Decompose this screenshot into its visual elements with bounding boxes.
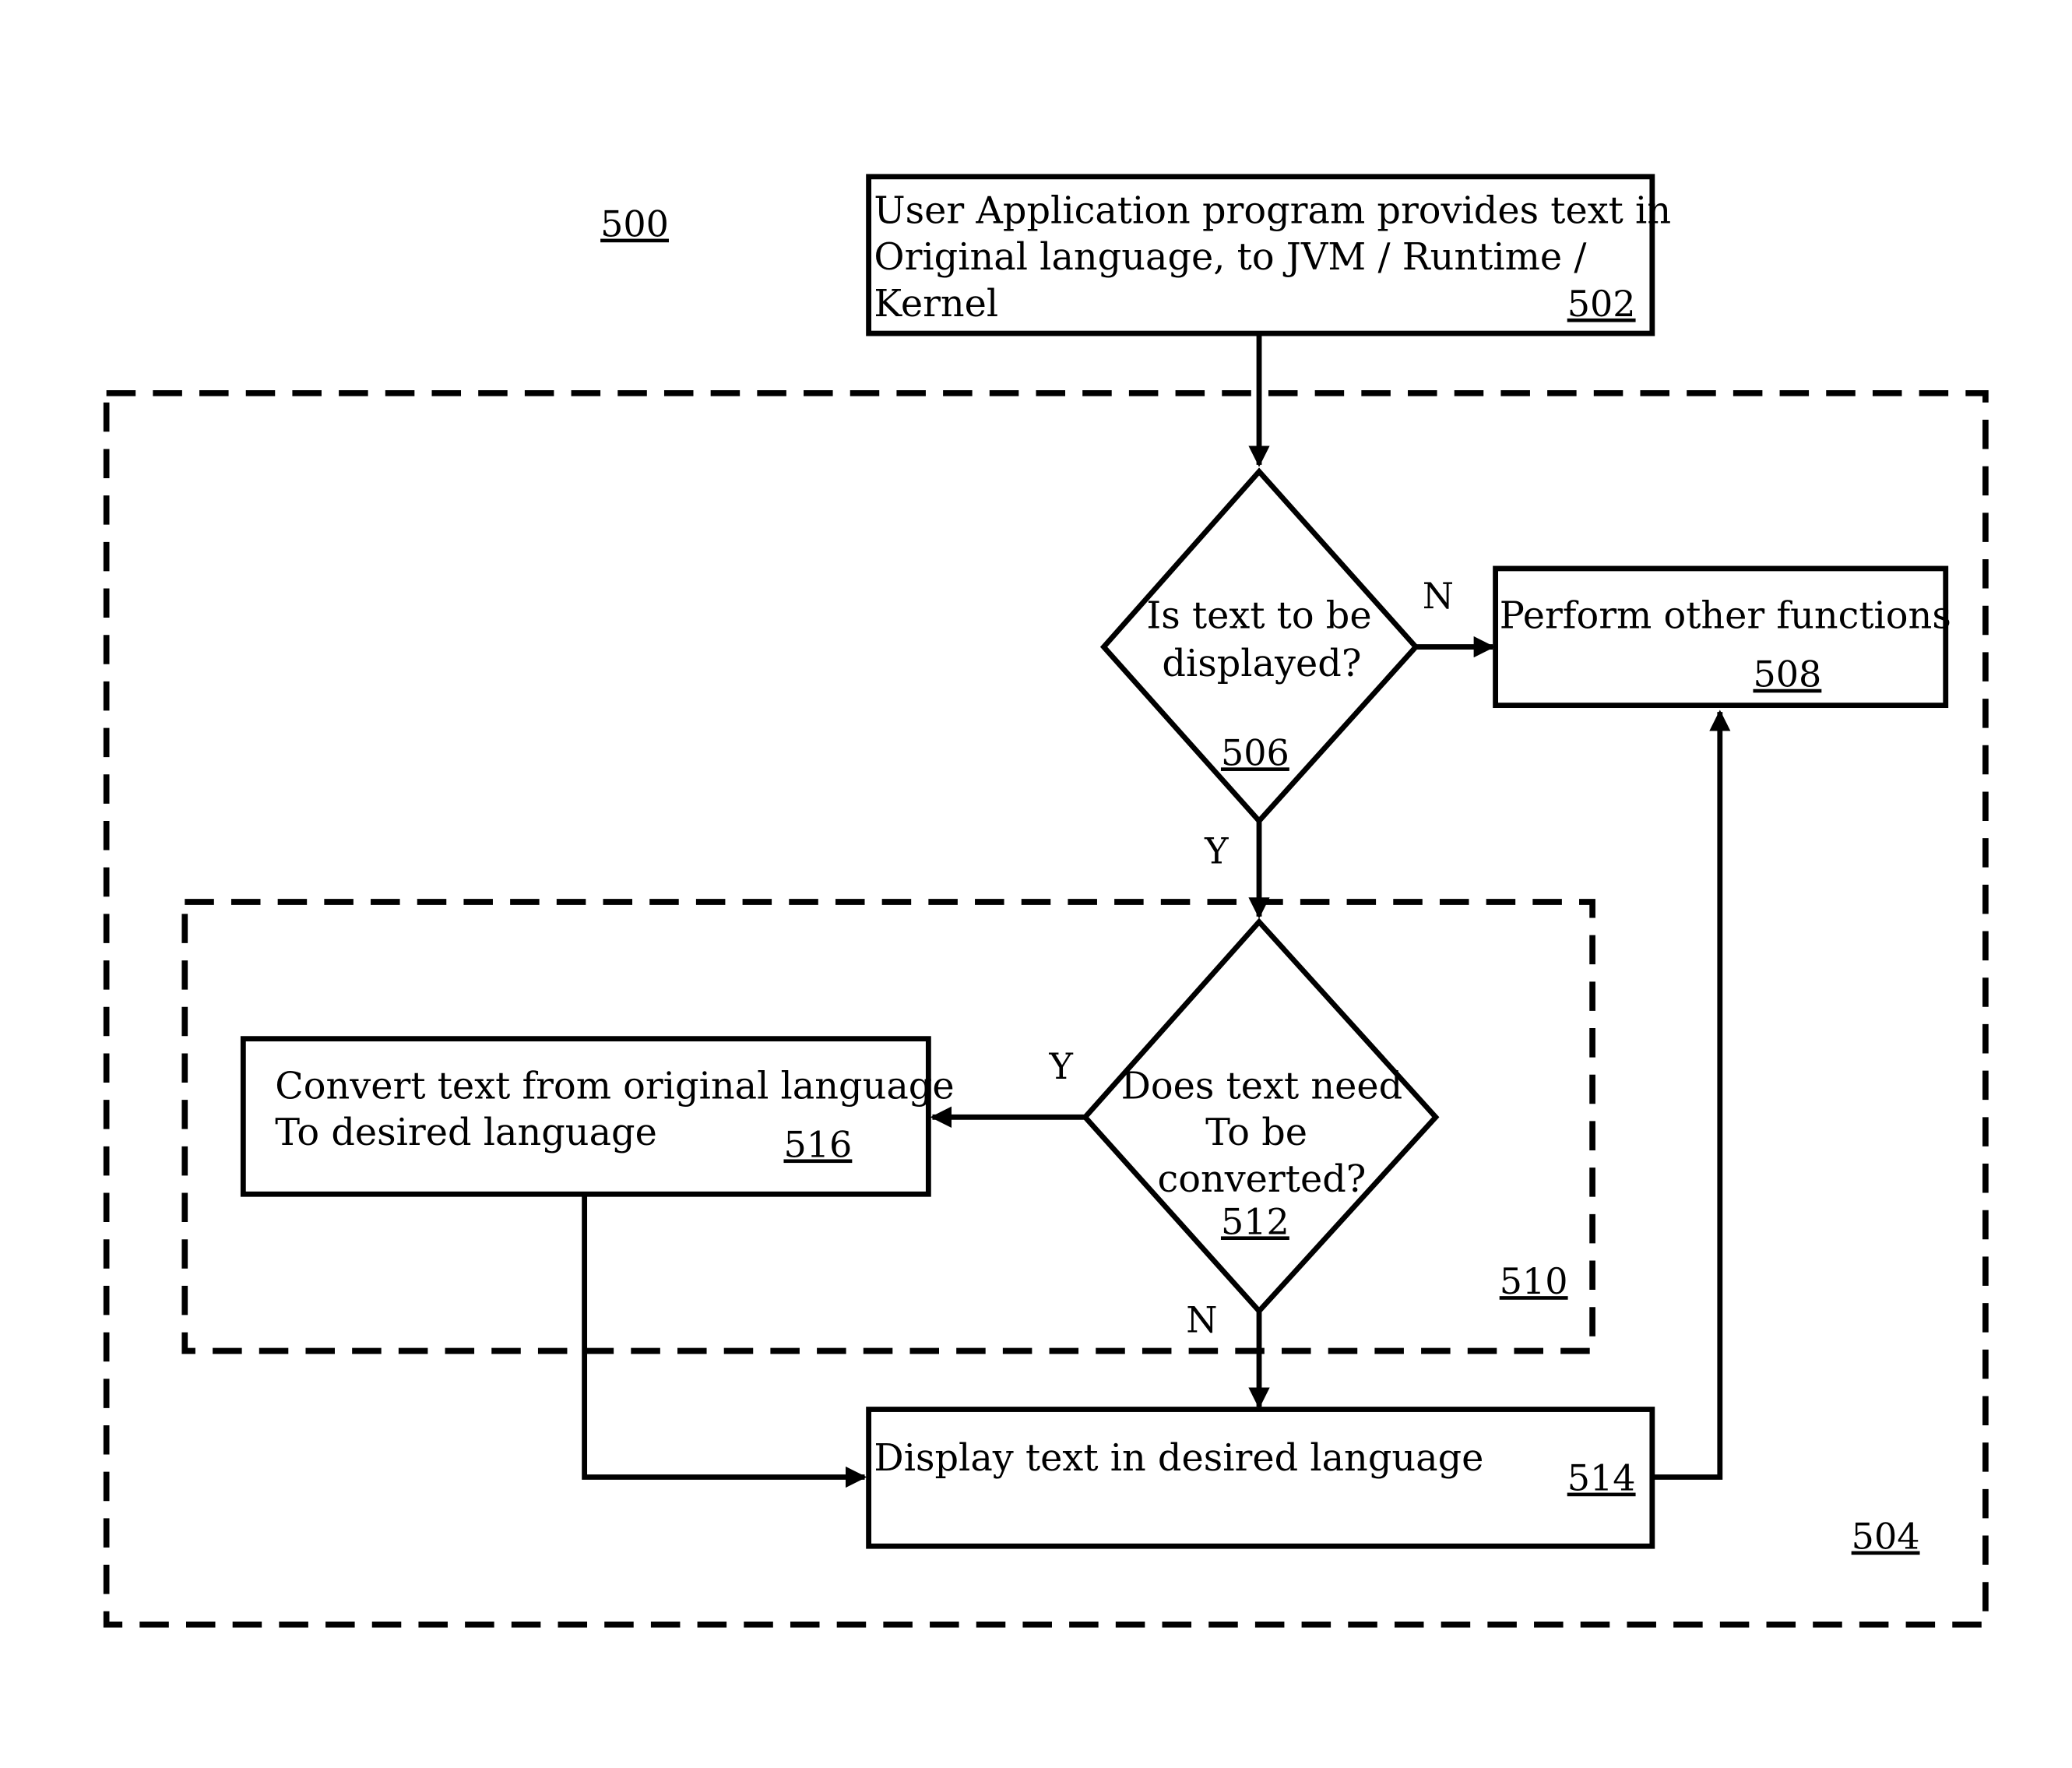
edge-label-506-508: N xyxy=(1423,575,1454,617)
edge-label-512-514: N xyxy=(1186,1299,1217,1341)
process-box-508: Perform other functions 508 xyxy=(1493,565,1951,709)
box-502-line-1: User Application program provides text i… xyxy=(874,190,1671,233)
decision-506: Is text to be displayed? 506 xyxy=(1099,467,1419,826)
decision-506-line-2: displayed? xyxy=(1162,643,1361,685)
edge-516-to-514 xyxy=(582,1194,867,1488)
box-502-line-2: Original language, to JVM / Runtime / xyxy=(874,236,1587,279)
box-516-line-2: To desired language xyxy=(275,1111,657,1154)
box-502-line-3: Kernel xyxy=(874,283,998,326)
box-514-ref: 514 xyxy=(1567,1457,1636,1499)
process-box-502: User Application program provides text i… xyxy=(866,174,1671,336)
decision-506-ref: 506 xyxy=(1221,731,1289,773)
flowchart: 500 504 510 N Y Y N User Application pro… xyxy=(103,174,1989,1628)
inner-region-label: 510 xyxy=(1500,1260,1568,1302)
process-box-516: Convert text from original language To d… xyxy=(240,1036,955,1197)
figure-label: 500 xyxy=(600,203,669,245)
decision-512: Does text need To be converted? 512 xyxy=(1082,917,1440,1315)
decision-512-line-2: To be xyxy=(1205,1111,1307,1154)
box-502-ref: 502 xyxy=(1567,283,1636,325)
box-508-line-1: Perform other functions xyxy=(1500,595,1951,638)
decision-506-line-1: Is text to be xyxy=(1146,595,1371,638)
edge-label-512-516: Y xyxy=(1049,1045,1074,1087)
decision-512-line-1: Does text need xyxy=(1121,1065,1403,1108)
process-box-514: Display text in desired language 514 xyxy=(866,1407,1655,1549)
edge-514-to-508 xyxy=(1652,710,1731,1480)
box-516-ref: 516 xyxy=(783,1123,852,1165)
box-508-ref: 508 xyxy=(1753,653,1821,696)
box-514-line-1: Display text in desired language xyxy=(874,1437,1483,1480)
edge-label-506-512: Y xyxy=(1204,830,1229,872)
outer-region-label: 504 xyxy=(1852,1516,1920,1558)
decision-512-line-3: converted? xyxy=(1157,1158,1366,1201)
decision-512-ref: 512 xyxy=(1221,1200,1289,1242)
box-516-line-1: Convert text from original language xyxy=(275,1065,954,1108)
